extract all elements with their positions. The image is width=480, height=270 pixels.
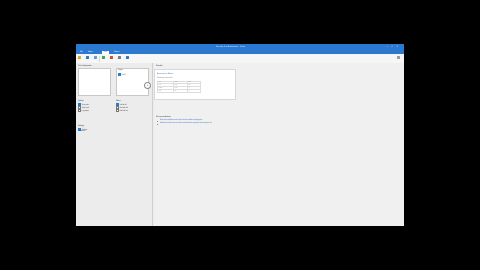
checkbox-icon	[118, 72, 122, 76]
pane-splitter[interactable]	[152, 63, 153, 226]
table-cell: Input	[156, 89, 175, 94]
table-row: Input Fail 40	[156, 89, 202, 94]
target-label: Host 1	[121, 74, 127, 76]
page-title: Results	[156, 64, 163, 67]
open-button[interactable]: Open	[77, 55, 81, 62]
bullet-icon	[156, 123, 158, 125]
maximize-icon[interactable]: □	[391, 45, 394, 49]
app-window: Security Test Automation - Tester – □ × …	[76, 44, 404, 226]
main-pane: Results Assessment Status Summary of exe…	[154, 63, 404, 226]
save-button-label: Save	[85, 59, 89, 60]
stop-button-label: Stop	[109, 59, 113, 60]
gear-icon	[396, 55, 400, 59]
settings-header: Settings	[78, 125, 85, 127]
export-button[interactable]: Export	[117, 55, 121, 62]
status-card: Assessment Status Summary of executed te…	[154, 69, 236, 100]
run-button[interactable]: Run	[101, 55, 105, 62]
window-title: Security Test Automation - Tester	[216, 45, 246, 48]
recommendation-link[interactable]: Review input validation issues found in …	[160, 120, 202, 121]
checkbox-icon	[116, 109, 120, 113]
help-button-label: Help	[125, 59, 129, 60]
targets-header: Targets	[118, 70, 123, 71]
new-button-label: New	[93, 59, 97, 60]
stop-button[interactable]: Stop	[109, 55, 113, 62]
recommendations-title: Recommendations	[156, 116, 171, 118]
target-item[interactable]: Host 1	[118, 72, 127, 76]
export-button-label: Export	[117, 59, 121, 60]
status-table: Test Status Score Auth Pass 100 Session …	[156, 80, 202, 94]
recommendation-link[interactable]: Enable secure flag on session cookies an…	[160, 123, 212, 124]
setting-label: Timeout	[80, 131, 86, 132]
open-button-label: Open	[77, 59, 81, 60]
card-subtitle: Summary of executed tests	[157, 78, 173, 79]
card-heading: Assessment Status	[157, 73, 174, 75]
option-label: Log output	[81, 111, 89, 113]
save-button[interactable]: Save	[85, 55, 89, 62]
add-button[interactable]: +	[144, 82, 151, 89]
option-item[interactable]: Log output	[78, 109, 89, 113]
bullet-icon	[156, 120, 158, 122]
table-cell: Fail	[173, 89, 188, 94]
scope-list[interactable]	[78, 68, 111, 96]
targets-list[interactable]: Targets Host 1	[116, 68, 149, 96]
close-icon[interactable]: ×	[396, 45, 399, 49]
scope-header: Test Configuration	[78, 65, 92, 67]
filters-header: Filters	[116, 100, 121, 102]
left-pane: Test Configuration Targets Host 1 Option…	[76, 63, 154, 226]
new-button[interactable]: New	[93, 55, 97, 62]
help-button[interactable]: Help	[125, 55, 129, 62]
run-button-label: Run	[101, 59, 105, 60]
settings-button[interactable]	[396, 55, 400, 62]
setting-item[interactable]: Timeout	[80, 131, 85, 132]
options-header: Options	[78, 100, 84, 102]
minimize-icon[interactable]: –	[386, 45, 389, 49]
table-cell: 40	[186, 89, 202, 94]
checkbox-icon	[78, 109, 82, 113]
filter-label: Exclude low	[119, 111, 128, 113]
filter-item[interactable]: Exclude low	[116, 109, 128, 113]
